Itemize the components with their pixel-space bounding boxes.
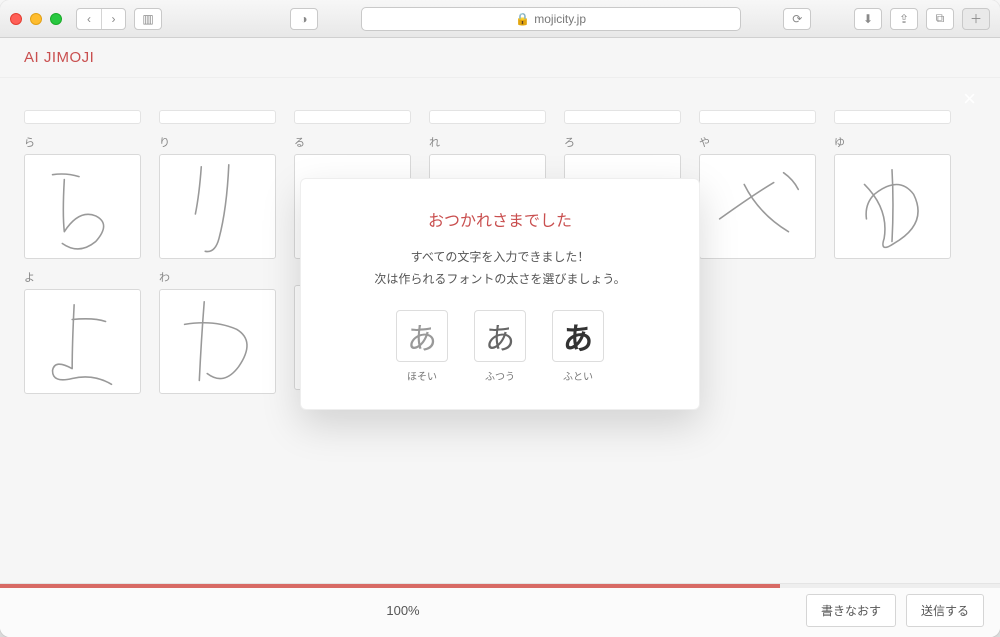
minimize-window-button[interactable] xyxy=(30,13,42,25)
char-cell[interactable]: や xyxy=(699,134,816,259)
sample-char: あ xyxy=(407,314,437,358)
char-label: よ xyxy=(24,269,141,285)
browser-window: ‹ › ▥ ◑ 🔒 mojicity.jp ⟳ ⬇ ⇪ ⧉ ＋ AI JIMOJ… xyxy=(0,0,1000,637)
lock-icon: 🔒 xyxy=(515,12,530,26)
titlebar: ‹ › ▥ ◑ 🔒 mojicity.jp ⟳ ⬇ ⇪ ⧉ ＋ xyxy=(0,0,1000,38)
zoom-window-button[interactable] xyxy=(50,13,62,25)
back-button[interactable]: ‹ xyxy=(77,9,101,29)
bottom-bar: 100% 書きなおす 送信する xyxy=(0,583,1000,637)
submit-button[interactable]: 送信する xyxy=(906,594,984,627)
sample-char: あ xyxy=(485,314,515,358)
modal-line1: すべての文字を入力できました！ xyxy=(331,247,669,269)
char-canvas[interactable] xyxy=(159,154,276,259)
char-label: や xyxy=(699,134,816,150)
char-label: わ xyxy=(159,269,276,285)
char-canvas[interactable] xyxy=(24,154,141,259)
progress-fill xyxy=(0,584,780,588)
char-label: る xyxy=(294,134,411,150)
weight-options: あ ほそい あ ふつう あ ふとい xyxy=(331,310,669,383)
app: AI JIMOJI × . . . . . . . ら xyxy=(0,38,1000,637)
weight-option-normal[interactable]: あ ふつう xyxy=(474,310,526,383)
weight-label: ふつう xyxy=(485,368,515,383)
rewrite-button[interactable]: 書きなおす xyxy=(806,594,896,627)
sample-char: あ xyxy=(563,314,593,358)
forward-button[interactable]: › xyxy=(101,9,125,29)
app-title: AI JIMOJI xyxy=(24,49,94,66)
weight-option-thin[interactable]: あ ほそい xyxy=(396,310,448,383)
char-cell[interactable]: り xyxy=(159,134,276,259)
char-canvas[interactable] xyxy=(24,289,141,394)
downloads-button[interactable]: ⬇ xyxy=(854,8,882,30)
progress-track xyxy=(0,584,1000,588)
app-header: AI JIMOJI xyxy=(0,38,1000,78)
progress-label: 100% xyxy=(0,603,806,618)
modal-title: おつかれさまでした xyxy=(331,207,669,231)
tabs-button[interactable]: ⧉ xyxy=(926,8,954,30)
completion-modal: おつかれさまでした すべての文字を入力できました！ 次は作られるフォントの太さを… xyxy=(300,178,700,410)
char-cell[interactable]: わ xyxy=(159,269,276,394)
address-bar[interactable]: 🔒 mojicity.jp xyxy=(361,7,741,31)
new-tab-button[interactable]: ＋ xyxy=(962,8,990,30)
address-text: mojicity.jp xyxy=(534,12,586,26)
nav-back-forward[interactable]: ‹ › xyxy=(76,8,126,30)
char-canvas[interactable] xyxy=(699,154,816,259)
weight-option-bold[interactable]: あ ふとい xyxy=(552,310,604,383)
char-cell[interactable]: ゆ xyxy=(834,134,951,259)
char-label: ろ xyxy=(564,134,681,150)
grid-row-prev: . . . . . . . xyxy=(24,94,976,124)
char-canvas[interactable] xyxy=(834,154,951,259)
char-label: ら xyxy=(24,134,141,150)
weight-label: ほそい xyxy=(407,368,437,383)
window-controls xyxy=(10,13,62,25)
char-label: ゆ xyxy=(834,134,951,150)
sidebar-button[interactable]: ▥ xyxy=(134,8,162,30)
char-label: り xyxy=(159,134,276,150)
share-button[interactable]: ⇪ xyxy=(890,8,918,30)
modal-line2: 次は作られるフォントの太さを選びましょう。 xyxy=(331,269,669,291)
privacy-report-button[interactable]: ◑ xyxy=(290,8,318,30)
char-cell[interactable]: ら xyxy=(24,134,141,259)
close-window-button[interactable] xyxy=(10,13,22,25)
char-cell[interactable]: よ xyxy=(24,269,141,394)
weight-label: ふとい xyxy=(563,368,593,383)
reload-button[interactable]: ⟳ xyxy=(783,8,811,30)
char-label: れ xyxy=(429,134,546,150)
char-canvas[interactable] xyxy=(159,289,276,394)
